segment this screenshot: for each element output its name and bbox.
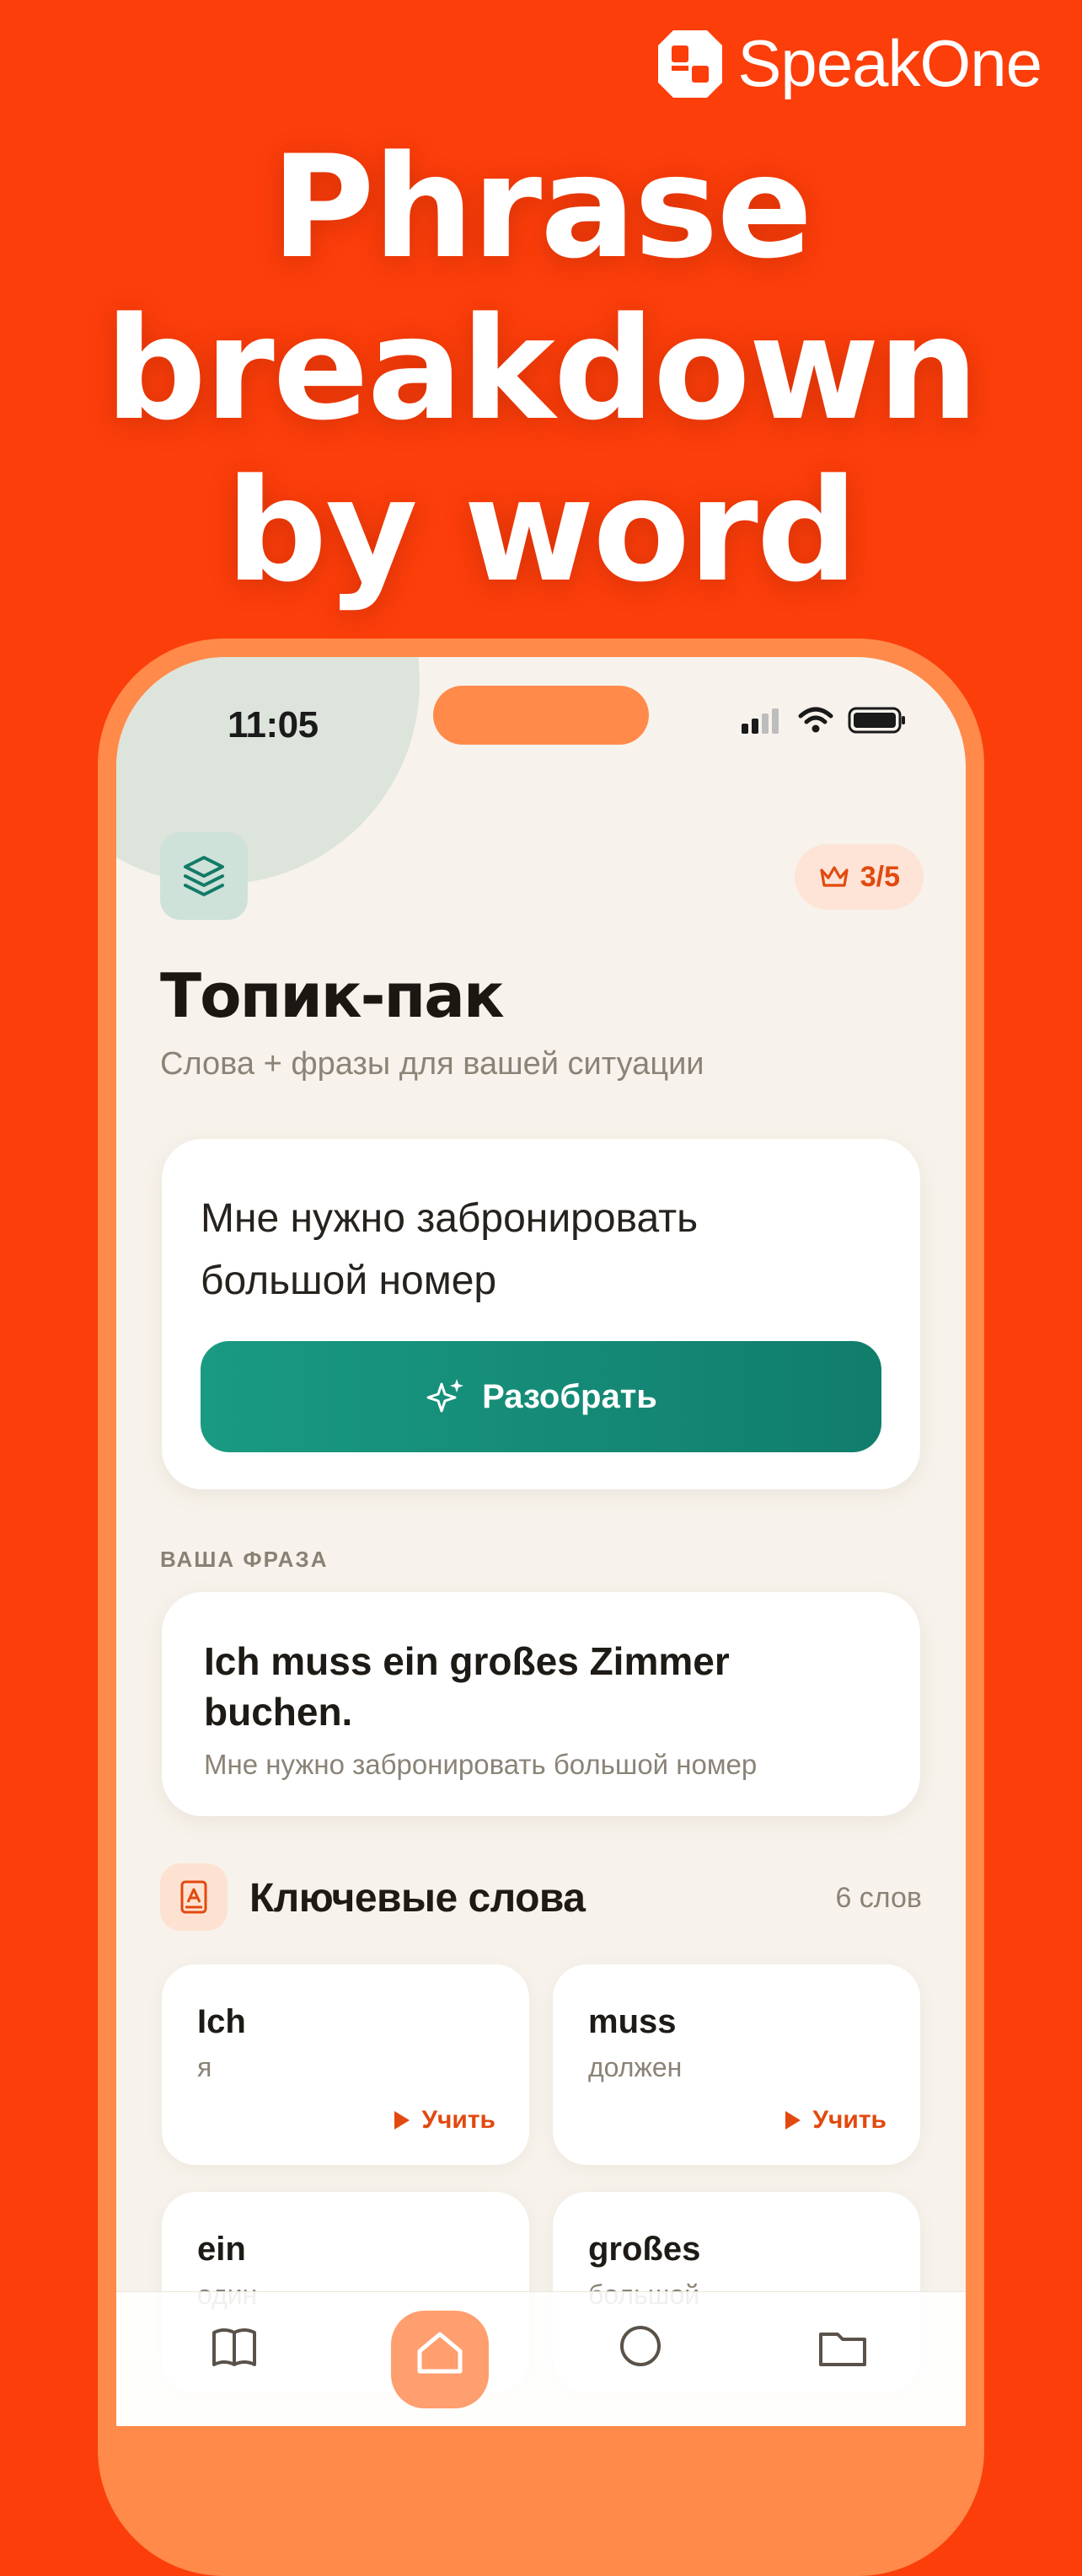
keywords-section-icon: [160, 1863, 228, 1931]
analyze-button-label: Разобрать: [482, 1377, 657, 1415]
battery-icon: [848, 707, 905, 734]
headline-line-1: Phrase: [270, 125, 813, 290]
word-text: ein: [197, 2231, 246, 2268]
word-card[interactable]: Ich я Учить: [162, 1964, 529, 2165]
sparkles-icon: [426, 1379, 464, 1413]
page-subtitle: Слова + фразы для вашей ситуации: [160, 1046, 704, 1082]
page-title: Топик-пак: [160, 960, 505, 1031]
headline: Phrase breakdown by word: [0, 126, 1082, 612]
speakone-logo-icon: [658, 29, 723, 98]
play-icon: [785, 2111, 801, 2130]
layers-icon: [184, 856, 224, 896]
status-time: 11:05: [228, 704, 319, 746]
phrase-card: Ich muss ein großes Zimmer buchen. Мне н…: [162, 1592, 920, 1816]
phrase-input-card: Мне нужно забронировать большой номер Ра…: [162, 1139, 920, 1489]
word-translation: я: [197, 2052, 212, 2082]
brand: SpeakOne: [655, 25, 1042, 102]
home-icon[interactable]: [413, 2326, 467, 2380]
crown-icon: [820, 866, 849, 887]
word-translation: должен: [588, 2052, 683, 2082]
word-text: Ich: [197, 2003, 246, 2040]
usage-limit-text: 3/5: [860, 860, 900, 893]
usage-limit-badge[interactable]: 3/5: [794, 844, 924, 910]
wifi-icon: [798, 707, 833, 733]
dynamic-island: [433, 686, 649, 745]
headline-line-3: by word: [226, 448, 858, 613]
phrase-russian: Мне нужно забронировать большой номер: [204, 1749, 758, 1780]
tab-bar: [116, 2291, 966, 2426]
phrase-input[interactable]: Мне нужно забронировать большой номер: [201, 1188, 858, 1312]
chat-icon[interactable]: [613, 2321, 667, 2375]
learn-label: Учить: [812, 2106, 886, 2134]
word-card[interactable]: muss должен Учить: [553, 1964, 920, 2165]
learn-label: Учить: [421, 2106, 495, 2134]
keywords-title: Ключевые слова: [249, 1876, 586, 1921]
phone-screen: 11:05 3/5 Топик-пак Слова + фразы для ва…: [116, 657, 966, 2426]
learn-button[interactable]: Учить: [784, 2106, 886, 2135]
signal-icon: [742, 708, 779, 734]
status-icons: [740, 706, 907, 735]
word-text: muss: [588, 2003, 677, 2040]
folder-icon[interactable]: [816, 2321, 870, 2375]
keywords-count: 6 слов: [835, 1882, 922, 1914]
book-icon: [180, 1880, 207, 1914]
phrase-section-label: ВАША ФРАЗА: [160, 1547, 329, 1572]
analyze-button[interactable]: Разобрать: [201, 1341, 881, 1452]
word-text: großes: [588, 2231, 701, 2268]
book-icon[interactable]: [207, 2321, 261, 2375]
topic-pack-menu-button[interactable]: [160, 832, 248, 920]
brand-name: SpeakOne: [737, 26, 1042, 100]
play-icon: [394, 2111, 410, 2130]
learn-button[interactable]: Учить: [393, 2106, 495, 2135]
phrase-german: Ich muss ein großes Zimmer buchen.: [204, 1639, 730, 1734]
headline-line-2: breakdown: [104, 286, 979, 452]
